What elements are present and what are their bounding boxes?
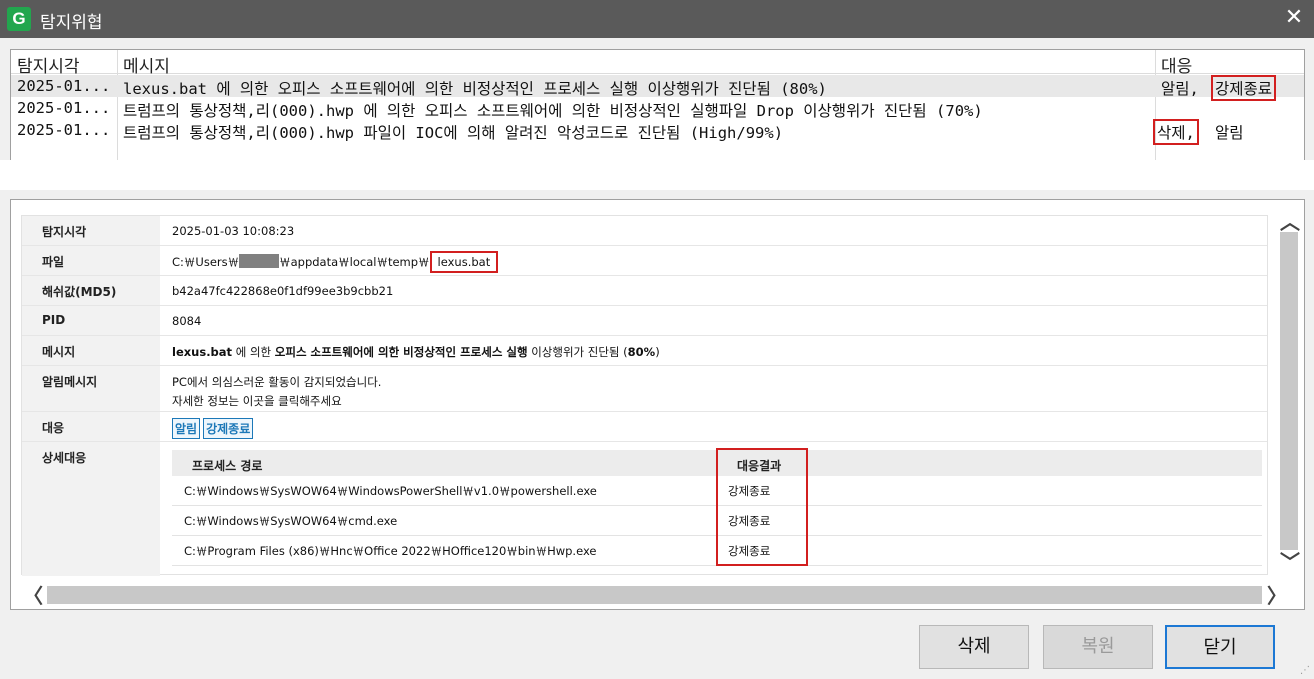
msg-text: 이상행위가 진단됨 ( (527, 345, 628, 359)
masked-username (239, 254, 280, 268)
row-response-b: 알림 (1215, 124, 1244, 142)
label-response: 대응 (22, 412, 160, 441)
row-message: 트럼프의 통상정책,리(000).hwp 파일이 IOC에 의해 알려진 악성코… (123, 124, 784, 142)
value-hash: b42a47fc422868e0f1df99ee3b9cbb21 (172, 284, 394, 298)
close-icon[interactable]: ✕ (1282, 6, 1306, 30)
header-process-path: 프로세스 경로 (192, 459, 263, 473)
scroll-up-icon[interactable]: ︿ (1280, 206, 1300, 235)
msg-filename: lexus.bat (172, 345, 233, 359)
close-button[interactable]: 닫기 (1165, 625, 1275, 669)
label-time: 탐지시각 (22, 216, 160, 245)
row-message: lexus.bat 에 의한 오피스 소프트웨어에 의한 비정상적인 프로세스 … (123, 80, 827, 98)
list-row[interactable]: 2025-01... 트럼프의 통상정책,리(000).hwp 에 의한 오피스… (11, 97, 1304, 120)
result-highlight (716, 448, 808, 566)
detail-row-hash: 해쉬값(MD5) b42a47fc422868e0f1df99ee3b9cbb2… (22, 276, 1267, 306)
scroll-down-icon[interactable]: ﹀ (1280, 546, 1300, 575)
resize-grip-icon[interactable]: ⋰ (1300, 665, 1312, 677)
label-detail-response: 상세대응 (22, 442, 160, 576)
row-response-a: 삭제, (1153, 119, 1199, 145)
msg-score: 80% (627, 345, 656, 359)
restore-button[interactable]: 복원 (1043, 625, 1153, 669)
process-path: C:￦Windows￦SysWOW64￦WindowsPowerShell￦v1… (184, 484, 597, 498)
list-header: 탐지시각 메시지 대응 (11, 50, 1304, 77)
process-path: C:￦Program Files (x86)￦Hnc￦Office 2022￦H… (184, 544, 597, 558)
divider-strip (0, 160, 1314, 190)
detail-row-detail-response: 상세대응 프로세스 경로 대응결과 C:￦Windows￦SysWOW64￦Wi… (22, 442, 1267, 576)
detail-row-time: 탐지시각 2025-01-03 10:08:23 (22, 216, 1267, 246)
detail-row-message: 메시지 lexus.bat 에 의한 오피스 소프트웨어에 의한 비정상적인 프… (22, 336, 1267, 366)
label-pid: PID (22, 306, 160, 335)
msg-behavior: 오피스 소프트웨어에 의한 비정상적인 프로세스 실행 (274, 345, 528, 359)
value-pid: 8084 (172, 314, 202, 328)
detail-row-alert: 알림메시지 PC에서 의심스러운 활동이 감지되었습니다. 자세한 정보는 이곳… (22, 366, 1267, 412)
list-row[interactable]: 2025-01... lexus.bat 에 의한 오피스 소프트웨어에 의한 … (11, 75, 1304, 101)
detail-table: 탐지시각 2025-01-03 10:08:23 파일 C:￦Users￦ ￦ap… (21, 215, 1268, 576)
value-alert[interactable]: PC에서 의심스러운 활동이 감지되었습니다. 자세한 정보는 이곳을 클릭해주… (172, 374, 381, 409)
detail-row-pid: PID 8084 (22, 306, 1267, 336)
app-logo-icon: G (7, 7, 31, 31)
horizontal-scroll-thumb[interactable] (47, 586, 1262, 604)
tag-force-kill[interactable]: 강제종료 (203, 418, 254, 439)
vertical-scrollbar[interactable]: ︿ ﹀ (1278, 210, 1300, 575)
header-message[interactable]: 메시지 (123, 52, 170, 77)
row-response-a: 알림, (1161, 80, 1199, 98)
label-hash: 해쉬값(MD5) (22, 276, 160, 305)
label-file: 파일 (22, 246, 160, 275)
row-time: 2025-01... (17, 99, 111, 117)
header-time[interactable]: 탐지시각 (17, 52, 80, 77)
tag-alert[interactable]: 알림 (172, 418, 201, 439)
delete-button[interactable]: 삭제 (919, 625, 1029, 669)
detail-row-response: 대응 알림 강제종료 (22, 412, 1267, 442)
value-message: lexus.bat 에 의한 오피스 소프트웨어에 의한 비정상적인 프로세스 … (172, 344, 660, 360)
row-message: 트럼프의 통상정책,리(000).hwp 에 의한 오피스 소프트웨어에 의한 … (123, 102, 983, 120)
vertical-scroll-thumb[interactable] (1280, 232, 1298, 550)
horizontal-scrollbar[interactable]: 〈 〉 (19, 584, 1294, 608)
file-middle: ￦appdata￦local￦temp￦ (279, 255, 430, 269)
scroll-right-icon[interactable]: 〉 (1267, 580, 1287, 609)
label-alert: 알림메시지 (22, 366, 160, 411)
row-time: 2025-01... (17, 77, 111, 95)
window-title: 탐지위협 (40, 13, 103, 33)
detail-row-file: 파일 C:￦Users￦ ￦appdata￦local￦temp￦ lexus.ba… (22, 246, 1267, 276)
file-prefix: C:￦Users￦ (172, 255, 240, 269)
value-time: 2025-01-03 10:08:23 (172, 224, 295, 238)
list-row[interactable]: 2025-01... 트럼프의 통상정책,리(000).hwp 파일이 IOC에… (11, 119, 1304, 145)
alert-line-2[interactable]: 자세한 정보는 이곳을 클릭해주세요 (172, 393, 381, 409)
label-message: 메시지 (22, 336, 160, 365)
title-bar: G 탐지위협 ✕ (0, 0, 1314, 38)
file-name: lexus.bat (429, 251, 499, 273)
row-time: 2025-01... (17, 121, 111, 139)
value-file: C:￦Users￦ ￦appdata￦local￦temp￦ lexus.bat (172, 251, 499, 273)
msg-text: ) (655, 345, 660, 359)
detail-panel: 탐지시각 2025-01-03 10:08:23 파일 C:￦Users￦ ￦ap… (10, 199, 1305, 610)
alert-line-1: PC에서 의심스러운 활동이 감지되었습니다. (172, 375, 382, 389)
msg-text: 에 의한 (232, 345, 275, 359)
scroll-left-icon[interactable]: 〈 (23, 580, 43, 609)
process-path: C:￦Windows￦SysWOW64￦cmd.exe (184, 514, 398, 528)
header-response[interactable]: 대응 (1161, 52, 1192, 77)
value-response: 알림 강제종료 (172, 418, 256, 439)
process-table: 프로세스 경로 대응결과 C:￦Windows￦SysWOW64￦Windows… (172, 448, 1262, 566)
